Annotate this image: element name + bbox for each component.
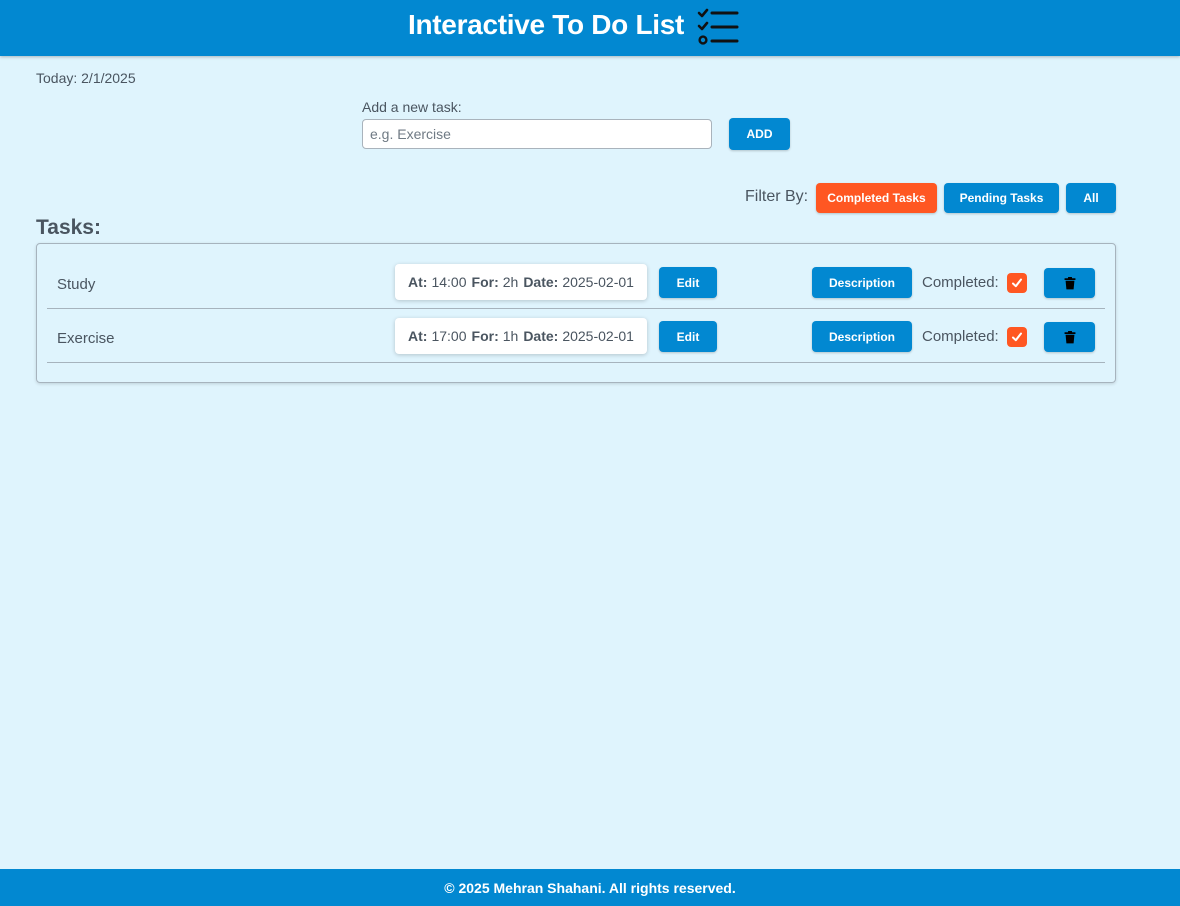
task-list: Study At: 14:00 For: 2h Date: 2025-02-01 Ed… <box>36 243 1116 383</box>
delete-button[interactable] <box>1044 322 1095 352</box>
completed-label: Completed: <box>922 328 999 345</box>
task-time: 17:00 <box>431 328 467 344</box>
add-task-button[interactable]: ADD <box>729 118 790 150</box>
task-duration: 1h <box>502 328 519 344</box>
task-time: 14:00 <box>431 274 467 290</box>
task-schedule: At: 17:00 For: 1h Date: 2025-02-01 <box>395 318 647 354</box>
edit-button[interactable]: Edit <box>659 321 717 352</box>
task-schedule: At: 14:00 For: 2h Date: 2025-02-01 <box>395 264 647 300</box>
today-date: Today: 2/1/2025 <box>36 70 136 86</box>
task-row: Study At: 14:00 For: 2h Date: 2025-02-01 Ed… <box>47 254 1105 309</box>
delete-button[interactable] <box>1044 268 1095 298</box>
checkmark-icon <box>1012 332 1022 342</box>
filter-label: Filter By: <box>745 188 809 205</box>
new-task-input[interactable] <box>362 119 712 149</box>
task-name: Exercise <box>57 330 115 347</box>
trash-icon <box>1064 330 1075 343</box>
tasks-heading: Tasks: <box>36 216 101 239</box>
for-label: For: <box>471 328 499 344</box>
task-duration: 2h <box>502 274 519 290</box>
task-date: 2025-02-01 <box>562 328 634 344</box>
at-label: At: <box>408 328 428 344</box>
description-button[interactable]: Description <box>812 267 912 298</box>
filter-completed-button[interactable]: Completed Tasks <box>816 183 937 213</box>
completed-label: Completed: <box>922 274 999 291</box>
filter-all-button[interactable]: All <box>1066 183 1116 213</box>
completed-checkbox[interactable] <box>1007 273 1027 293</box>
trash-icon <box>1064 276 1075 289</box>
app-footer: © 2025 Mehran Shahani. All rights reserv… <box>0 869 1180 906</box>
edit-button[interactable]: Edit <box>659 267 717 298</box>
filter-pending-button[interactable]: Pending Tasks <box>944 183 1059 213</box>
task-row: Exercise At: 17:00 For: 1h Date: 2025-02-01… <box>47 308 1105 363</box>
task-date: 2025-02-01 <box>562 274 634 290</box>
date-label: Date: <box>523 328 559 344</box>
for-label: For: <box>471 274 499 290</box>
completed-checkbox[interactable] <box>1007 327 1027 347</box>
app-header: Interactive To Do List <box>0 0 1180 56</box>
task-name: Study <box>57 276 96 293</box>
date-label: Date: <box>523 274 559 290</box>
at-label: At: <box>408 274 428 290</box>
add-task-label: Add a new task: <box>362 99 462 115</box>
description-button[interactable]: Description <box>812 321 912 352</box>
app-title: Interactive To Do List <box>408 9 685 40</box>
checkmark-icon <box>1012 278 1022 288</box>
checklist-icon <box>697 8 739 45</box>
copyright-text: © 2025 Mehran Shahani. All rights reserv… <box>444 879 736 896</box>
